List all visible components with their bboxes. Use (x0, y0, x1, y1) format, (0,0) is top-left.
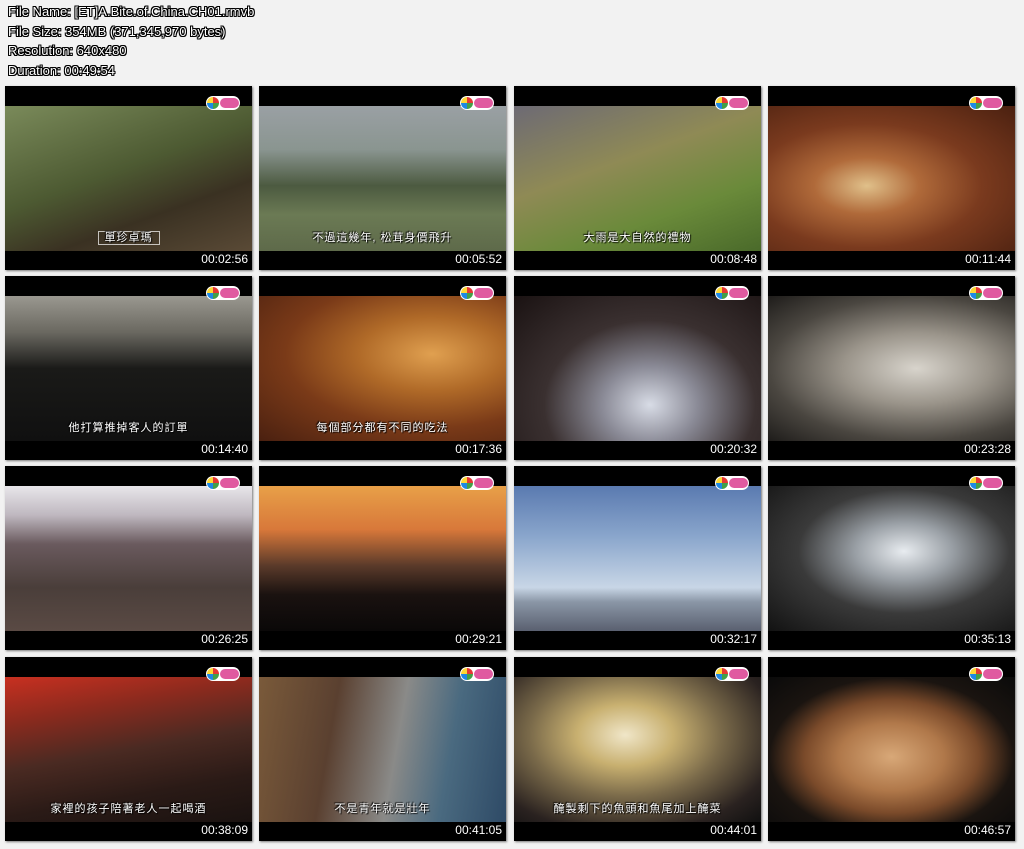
timestamp-label: 00:20:32 (710, 442, 757, 456)
video-frame (768, 677, 1015, 822)
video-thumbnail[interactable]: 不是青年就是壯年 00:41:05 (259, 657, 506, 841)
video-thumbnail[interactable]: 醃製剩下的魚頭和魚尾加上醃菜 00:44:01 (514, 657, 761, 841)
tvb-channel-logo-icon (715, 96, 749, 110)
timestamp-label: 00:46:57 (964, 823, 1011, 837)
tvb-channel-logo-icon (715, 667, 749, 681)
subtitle-label: 不過這幾年, 松茸身價飛升 (312, 232, 453, 244)
video-frame (5, 486, 252, 631)
tvb-channel-logo-icon (969, 286, 1003, 300)
subtitle-label: 家裡的孩子陪著老人一起喝酒 (50, 803, 207, 815)
video-frame (768, 296, 1015, 441)
tvb-channel-logo-icon (460, 667, 494, 681)
tvb-channel-logo-icon (715, 476, 749, 490)
file-size-label: File Size: 354MB (371,345,970 bytes) (8, 23, 226, 39)
tvb-channel-logo-icon (969, 667, 1003, 681)
tvb-channel-logo-icon (206, 667, 240, 681)
timestamp-label: 00:17:36 (455, 442, 502, 456)
tvb-channel-logo-icon (460, 476, 494, 490)
tvb-channel-logo-icon (206, 96, 240, 110)
subtitle-label: 他打算推掉客人的訂單 (68, 422, 189, 434)
timestamp-label: 00:02:56 (201, 252, 248, 266)
video-thumbnail[interactable]: 00:46:57 (768, 657, 1015, 841)
subtitle-text: 單珍卓瑪 (5, 229, 252, 245)
video-thumbnail[interactable]: 00:35:13 (768, 466, 1015, 650)
subtitle-label: 每個部分都有不同的吃法 (316, 422, 449, 434)
subtitle-text: 他打算推掉客人的訂單 (5, 419, 252, 435)
subtitle-label: 不是青年就是壯年 (334, 803, 431, 815)
subtitle-text: 家裡的孩子陪著老人一起喝酒 (5, 800, 252, 816)
file-name-label: File Name: [ET]A.Bite.of.China.CH01.rmvb (8, 4, 255, 19)
video-thumbnail[interactable]: 他打算推掉客人的訂單 00:14:40 (5, 276, 252, 460)
subtitle-label: 醃製剩下的魚頭和魚尾加上醃菜 (553, 803, 722, 815)
video-thumbnail[interactable]: 00:29:21 (259, 466, 506, 650)
video-frame (768, 106, 1015, 251)
timestamp-label: 00:32:17 (710, 632, 757, 646)
timestamp-label: 00:14:40 (201, 442, 248, 456)
video-thumbnail[interactable]: 大雨是大自然的禮物 00:08:48 (514, 86, 761, 270)
subtitle-label: 大雨是大自然的禮物 (583, 232, 692, 244)
tvb-channel-logo-icon (969, 476, 1003, 490)
video-thumbnail[interactable]: 00:23:28 (768, 276, 1015, 460)
timestamp-label: 00:44:01 (710, 823, 757, 837)
video-frame (514, 296, 761, 441)
video-thumbnail[interactable]: 家裡的孩子陪著老人一起喝酒 00:38:09 (5, 657, 252, 841)
video-thumbnail[interactable]: 不過這幾年, 松茸身價飛升 00:05:52 (259, 86, 506, 270)
subtitle-text: 不過這幾年, 松茸身價飛升 (259, 229, 506, 245)
resolution-label: Resolution: 640x480 (8, 43, 127, 58)
tvb-channel-logo-icon (206, 286, 240, 300)
subtitle-text: 每個部分都有不同的吃法 (259, 419, 506, 435)
video-frame (514, 486, 761, 631)
duration-label: Duration: 00:49:54 (8, 62, 115, 78)
video-thumbnail[interactable]: 00:26:25 (5, 466, 252, 650)
timestamp-label: 00:38:09 (201, 823, 248, 837)
timestamp-label: 00:08:48 (710, 252, 757, 266)
subtitle-text: 醃製剩下的魚頭和魚尾加上醃菜 (514, 800, 761, 816)
timestamp-label: 00:11:44 (965, 252, 1011, 266)
tvb-channel-logo-icon (969, 96, 1003, 110)
tvb-channel-logo-icon (460, 286, 494, 300)
video-thumbnail[interactable]: 00:32:17 (514, 466, 761, 650)
timestamp-label: 00:35:13 (964, 632, 1011, 646)
timestamp-label: 00:05:52 (455, 252, 502, 266)
video-thumbnail[interactable]: 00:20:32 (514, 276, 761, 460)
subtitle-text: 大雨是大自然的禮物 (514, 229, 761, 245)
file-info-header: File Name: [ET]A.Bite.of.China.CH01.rmvb… (8, 2, 254, 80)
tvb-channel-logo-icon (460, 96, 494, 110)
video-frame (768, 486, 1015, 631)
timestamp-label: 00:41:05 (455, 823, 502, 837)
timestamp-label: 00:23:28 (964, 442, 1011, 456)
video-thumbnail[interactable]: 每個部分都有不同的吃法 00:17:36 (259, 276, 506, 460)
timestamp-label: 00:26:25 (201, 632, 248, 646)
subtitle-text: 不是青年就是壯年 (259, 800, 506, 816)
timestamp-label: 00:29:21 (455, 632, 502, 646)
video-thumbnail[interactable]: 00:11:44 (768, 86, 1015, 270)
subtitle-label: 單珍卓瑪 (97, 231, 160, 245)
tvb-channel-logo-icon (715, 286, 749, 300)
tvb-channel-logo-icon (206, 476, 240, 490)
video-thumbnail[interactable]: 單珍卓瑪 00:02:56 (5, 86, 252, 270)
video-frame (259, 486, 506, 631)
